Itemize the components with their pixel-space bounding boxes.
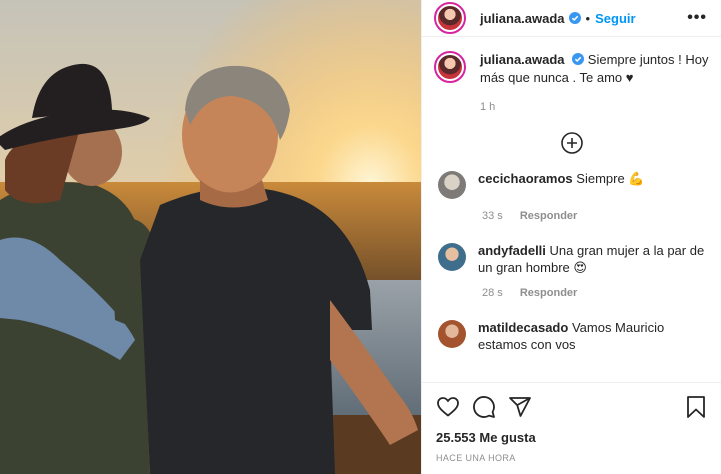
comment-text: Siempre 💪: [576, 171, 645, 186]
likes-count[interactable]: 25.553 Me gusta: [436, 430, 708, 445]
more-options-icon[interactable]: •••: [687, 9, 707, 27]
comment-meta: 28 s Responder: [482, 287, 721, 299]
commenter-avatar[interactable]: [438, 171, 466, 199]
comment-body: cecichaoramos Siempre 💪: [478, 170, 709, 199]
comment-item: andyfadelli Una gran mujer a la par de u…: [422, 242, 721, 276]
avatar-image: [438, 55, 462, 79]
post-actions: 25.553 Me gusta HACE UNA HORA: [422, 382, 721, 474]
comment-time: 28 s: [482, 287, 503, 299]
commenter-avatar[interactable]: [438, 320, 466, 348]
reply-button[interactable]: Responder: [520, 287, 577, 299]
caption-avatar[interactable]: [434, 51, 466, 83]
post-header: juliana.awada • Seguir •••: [422, 0, 721, 37]
avatar-image: [438, 6, 462, 30]
heart-icon[interactable]: [436, 395, 460, 419]
comment-item: matildecasado Vamos Mauricio estamos con…: [422, 319, 721, 353]
follow-button[interactable]: Seguir: [595, 11, 635, 26]
comment-username[interactable]: andyfadelli: [478, 243, 546, 258]
caption-username[interactable]: juliana.awada: [480, 52, 565, 67]
action-icons-row: [436, 395, 708, 419]
author-username[interactable]: juliana.awada: [480, 11, 565, 26]
post-caption: juliana.awada Siempre juntos ! Hoy más q…: [422, 37, 721, 87]
post-photo[interactable]: [0, 0, 421, 474]
post-side-panel: juliana.awada • Seguir ••• juliana.awada…: [421, 0, 721, 474]
sunset-couple-image: [0, 0, 421, 474]
plus-circle-icon[interactable]: [560, 131, 584, 155]
reply-button[interactable]: Responder: [520, 210, 577, 222]
comment-body: andyfadelli Una gran mujer a la par de u…: [478, 242, 709, 276]
comment-icon[interactable]: [472, 395, 496, 419]
verified-badge-icon: [568, 12, 581, 24]
caption-time: 1 h: [480, 101, 496, 113]
share-icon[interactable]: [508, 395, 532, 419]
comment-username[interactable]: cecichaoramos: [478, 171, 573, 186]
comments-list: cecichaoramos Siempre 💪 33 s Responder a…: [422, 170, 721, 353]
commenter-avatar[interactable]: [438, 243, 466, 271]
bookmark-icon[interactable]: [684, 395, 708, 419]
author-avatar[interactable]: [434, 2, 466, 34]
header-dot: •: [585, 10, 591, 26]
post-timestamp: HACE UNA HORA: [436, 453, 516, 463]
comment-username[interactable]: matildecasado: [478, 320, 568, 335]
comment-time: 33 s: [482, 210, 503, 222]
verified-badge-icon: [572, 53, 585, 65]
comment-body: matildecasado Vamos Mauricio estamos con…: [478, 319, 709, 353]
caption-body: juliana.awada Siempre juntos ! Hoy más q…: [480, 51, 709, 87]
comment-meta: 33 s Responder: [482, 210, 721, 222]
comment-item: cecichaoramos Siempre 💪: [422, 170, 721, 199]
